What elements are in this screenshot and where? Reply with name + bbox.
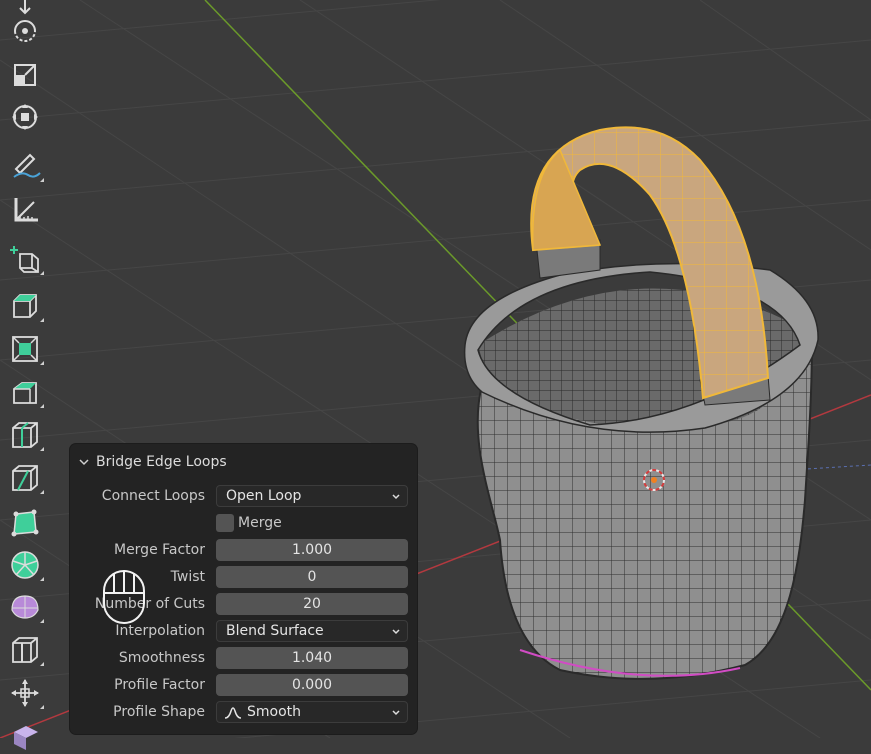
- inset-faces-icon: [12, 336, 38, 362]
- shrink-fatten-tool[interactable]: [4, 674, 46, 712]
- twist-label: Twist: [170, 569, 205, 585]
- knife-tool[interactable]: [4, 459, 46, 497]
- add-cube-icon: [10, 246, 39, 273]
- poly-build-icon: [11, 509, 39, 537]
- transform-icon: [12, 104, 38, 130]
- connect-loops-label: Connect Loops: [101, 488, 205, 504]
- extrude-region-tool[interactable]: [4, 287, 46, 325]
- connect-loops-dropdown[interactable]: Open Loop: [216, 485, 408, 507]
- bevel-icon: [13, 382, 37, 404]
- chevron-down-icon: [79, 459, 89, 466]
- row-connect-loops: Connect Loops Open Loop: [70, 485, 417, 507]
- smoothness-label: Smoothness: [118, 650, 205, 666]
- poly-build-tool[interactable]: [4, 504, 46, 542]
- panel-header[interactable]: Bridge Edge Loops: [78, 450, 398, 474]
- inset-faces-tool[interactable]: [4, 330, 46, 368]
- chevron-down-icon: [392, 710, 400, 716]
- row-merge-factor: Merge Factor 1.000: [70, 539, 417, 561]
- merge-factor-label: Merge Factor: [113, 542, 205, 558]
- extrude-icon: [13, 294, 37, 318]
- row-merge: Merge: [70, 512, 417, 534]
- row-profile-factor: Profile Factor 0.000: [70, 674, 417, 696]
- shrink-fatten-icon: [11, 679, 39, 707]
- profile-factor-label: Profile Factor: [114, 677, 205, 693]
- rotate-icon: [14, 20, 36, 42]
- bevel-tool[interactable]: [4, 373, 46, 411]
- mouse-icon: [103, 570, 145, 624]
- chevron-down-icon: [392, 494, 400, 500]
- transform-tool[interactable]: [4, 98, 46, 136]
- rotate-tool[interactable]: [4, 12, 46, 50]
- merge-label: Merge: [238, 515, 282, 531]
- profile-factor-field[interactable]: 0.000: [216, 674, 408, 696]
- measure-ruler-icon: [14, 198, 38, 222]
- row-smoothness: Smoothness 1.040: [70, 647, 417, 669]
- spin-icon: [11, 551, 39, 579]
- annotate-pencil-icon: [13, 153, 41, 178]
- profile-shape-label: Profile Shape: [113, 704, 205, 720]
- shear-icon: [14, 726, 38, 750]
- number-of-cuts-field[interactable]: 20: [216, 593, 408, 615]
- loop-cut-icon: [12, 422, 38, 448]
- edge-slide-icon: [12, 637, 38, 663]
- smooth-curve-icon: [224, 707, 242, 719]
- smoothness-field[interactable]: 1.040: [216, 647, 408, 669]
- chevron-down-icon: [392, 629, 400, 635]
- connect-loops-value: Open Loop: [226, 488, 302, 504]
- scale-tool[interactable]: [4, 56, 46, 94]
- interpolation-dropdown[interactable]: Blend Surface: [216, 620, 408, 642]
- bucket-mesh: [463, 262, 819, 680]
- profile-shape-dropdown[interactable]: Smooth: [216, 701, 408, 723]
- merge-checkbox[interactable]: [216, 514, 234, 532]
- smooth-icon: [11, 595, 39, 619]
- annotate-tool[interactable]: [4, 147, 46, 185]
- merge-factor-field[interactable]: 1.000: [216, 539, 408, 561]
- row-profile-shape: Profile Shape Smooth: [70, 701, 417, 723]
- edge-slide-tool[interactable]: [4, 631, 46, 669]
- spin-tool[interactable]: [4, 546, 46, 584]
- shear-tool[interactable]: [4, 716, 46, 754]
- smooth-tool[interactable]: [4, 588, 46, 626]
- panel-title: Bridge Edge Loops: [96, 454, 227, 470]
- scale-icon: [14, 64, 36, 86]
- measure-tool[interactable]: [4, 190, 46, 228]
- tool-shelf: [0, 0, 52, 750]
- knife-icon: [12, 465, 38, 491]
- loop-cut-tool[interactable]: [4, 416, 46, 454]
- profile-shape-value: Smooth: [247, 704, 302, 720]
- interpolation-value: Blend Surface: [226, 623, 324, 639]
- twist-field[interactable]: 0: [216, 566, 408, 588]
- add-cube-tool[interactable]: [4, 240, 46, 278]
